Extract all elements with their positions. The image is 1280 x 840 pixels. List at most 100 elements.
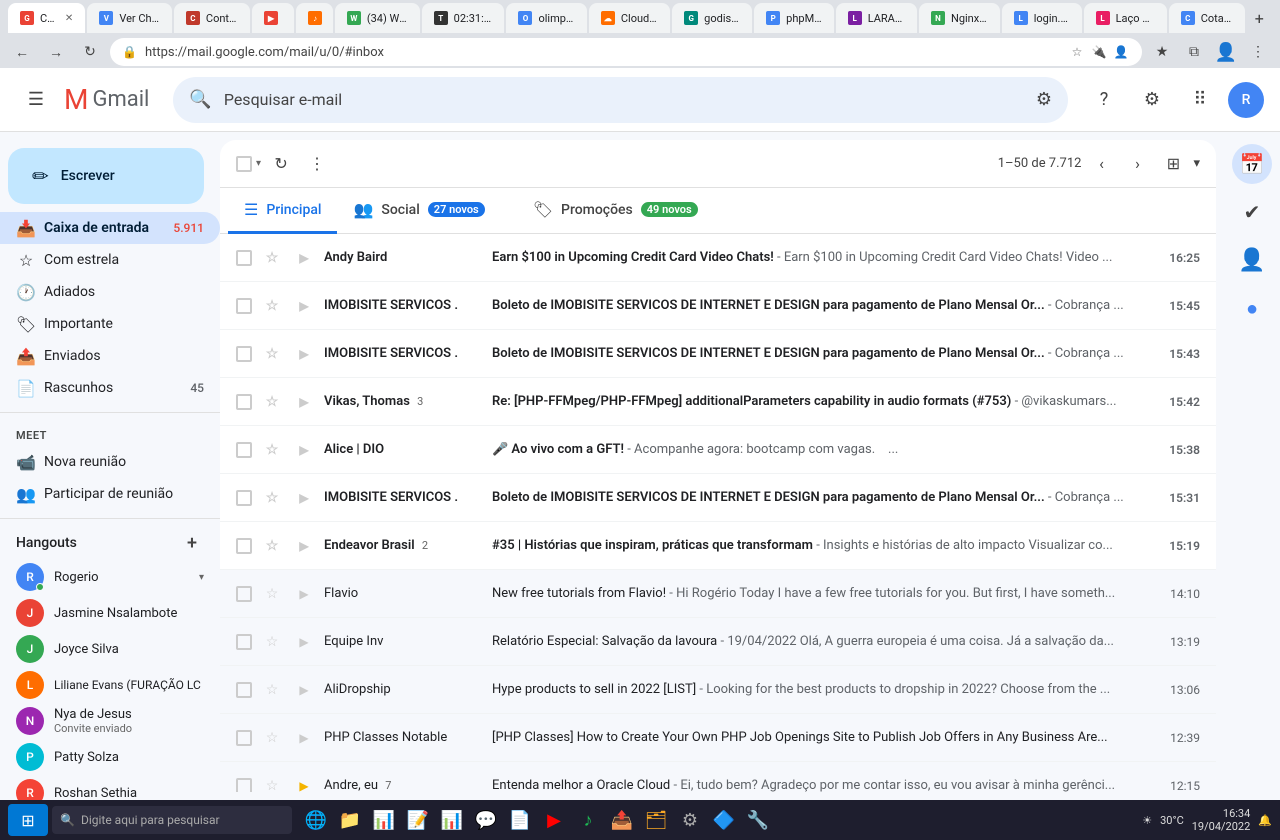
sidebar-item-drafts[interactable]: 📄 Rascunhos 45 <box>0 372 220 404</box>
menu-toggle-button[interactable]: ☰ <box>16 80 56 120</box>
taskbar-word-icon[interactable]: 📝 <box>402 804 434 836</box>
hangout-item-rogerio[interactable]: R Rogerio ▾ <box>0 559 220 595</box>
tab-login[interactable]: L login.o... <box>1002 3 1082 33</box>
tab-whatsapp[interactable]: W (34) Wh... <box>335 3 420 33</box>
important-button[interactable]: ▶ <box>292 438 316 462</box>
taskbar-powerpoint-icon[interactable]: 📊 <box>436 804 468 836</box>
view-toggle-button[interactable]: ⊞ <box>1157 148 1189 180</box>
search-input[interactable]: Pesquisar e-mail <box>224 90 1024 109</box>
start-button[interactable]: ⊞ <box>8 804 48 836</box>
tab-nginx[interactable]: N Nginx I... <box>919 3 1000 33</box>
settings-icon[interactable]: ⚙ <box>1132 80 1172 120</box>
taskbar-filezilla-icon[interactable]: 📤 <box>606 804 638 836</box>
bookmark-icon[interactable]: ★ <box>1148 38 1176 66</box>
email-checkbox[interactable] <box>236 730 252 746</box>
tab-cloudflare[interactable]: ☁ Cloudfl... <box>589 3 670 33</box>
email-checkbox[interactable] <box>236 346 252 362</box>
sidebar-item-important[interactable]: 🏷 Importante <box>0 308 220 340</box>
table-row[interactable]: ☆ ▶ Equipe Inv Relatório Especial: Salva… <box>220 618 1216 666</box>
user-avatar[interactable]: R <box>1228 82 1264 118</box>
right-panel-blue-circle-icon[interactable]: ● <box>1232 288 1272 328</box>
star-button[interactable]: ☆ <box>260 438 284 462</box>
tab-olimpp[interactable]: O olimpp... <box>506 3 586 33</box>
hangout-item-patty[interactable]: P Patty Solza <box>0 739 220 775</box>
important-button[interactable]: ▶ <box>292 486 316 510</box>
email-checkbox[interactable] <box>236 490 252 506</box>
tab-ver[interactable]: V Ver Cha... <box>87 3 172 33</box>
help-icon[interactable]: ? <box>1084 80 1124 120</box>
important-button[interactable]: ▶ <box>292 678 316 702</box>
tab-social-with-preview[interactable] <box>501 207 517 215</box>
tab-music[interactable]: ♪ <box>296 3 333 33</box>
sidebar-item-starred[interactable]: ☆ Com estrela <box>0 244 220 276</box>
right-panel-calendar-icon[interactable]: 📅 <box>1232 144 1272 184</box>
important-button[interactable]: ▶ <box>292 294 316 318</box>
sidebar-item-join-meeting[interactable]: 👥 Participar de reunião <box>0 478 220 510</box>
star-button[interactable]: ☆ <box>260 294 284 318</box>
tab-phpmyadmin[interactable]: P phpMy... <box>754 3 834 33</box>
email-checkbox[interactable] <box>236 538 252 554</box>
star-button[interactable]: ☆ <box>260 726 284 750</box>
hangout-item-roshan[interactable]: R Roshan Sethia <box>0 775 220 800</box>
forward-button[interactable]: → <box>42 38 70 66</box>
taskbar-app10-icon[interactable]: 🔷 <box>708 804 740 836</box>
tab-cotas[interactable]: C Cotas... <box>1169 3 1245 33</box>
tab-time[interactable]: T 02:31:5... <box>422 3 505 33</box>
table-row[interactable]: ☆ ▶ Flavio New free tutorials from Flavi… <box>220 570 1216 618</box>
table-row[interactable]: ☆ ▶ Andy Baird Earn $100 in Upcoming Cre… <box>220 234 1216 282</box>
hangout-item-nya[interactable]: N Nya de Jesus Convite enviado <box>0 703 220 739</box>
profile-icon[interactable]: 👤 <box>1112 43 1130 61</box>
right-panel-tasks-icon[interactable]: ✔ <box>1232 192 1272 232</box>
important-button[interactable]: ▶ <box>292 582 316 606</box>
table-row[interactable]: ☆ ▶ IMOBISITE SERVICOS . Boleto de IMOBI… <box>220 282 1216 330</box>
taskbar-spotify-icon[interactable]: ♪ <box>572 804 604 836</box>
star-button[interactable]: ☆ <box>260 774 284 793</box>
select-all-checkbox[interactable] <box>236 156 252 172</box>
select-all-area[interactable]: ▾ <box>236 156 261 172</box>
next-page-button[interactable]: › <box>1121 148 1153 180</box>
menu-icon[interactable]: ⋮ <box>1244 38 1272 66</box>
taskbar-youtube-icon[interactable]: ▶ <box>538 804 570 836</box>
taskbar-excel-icon[interactable]: 📊 <box>368 804 400 836</box>
hangouts-add-button[interactable]: + <box>180 531 204 555</box>
table-row[interactable]: ☆ ▶ PHP Classes Notable [PHP Classes] Ho… <box>220 714 1216 762</box>
compose-button[interactable]: ✏ Escrever <box>8 148 204 204</box>
tab-principal[interactable]: ☰ Principal <box>228 188 337 234</box>
prev-page-button[interactable]: ‹ <box>1085 148 1117 180</box>
sidebar-item-sent[interactable]: 📤 Enviados <box>0 340 220 372</box>
taskbar-explorer-icon[interactable]: 📁 <box>334 804 366 836</box>
hangout-item-liliane[interactable]: L Liliane Evans (FURAÇÃO LC <box>0 667 220 703</box>
email-checkbox[interactable] <box>236 778 252 793</box>
table-row[interactable]: ☆ ▶ IMOBISITE SERVICOS . Boleto de IMOBI… <box>220 474 1216 522</box>
important-button[interactable]: ▶ <box>292 534 316 558</box>
hangout-item-jasmine[interactable]: J Jasmine Nsalambote <box>0 595 220 631</box>
table-row[interactable]: ☆ ▶ Andre, eu 7 Entenda melhor a Oracle … <box>220 762 1216 792</box>
tab-promocoes[interactable]: 🏷 Promoções 49 novos <box>517 188 714 234</box>
hangout-item-joyce[interactable]: J Joyce Silva <box>0 631 220 667</box>
table-row[interactable]: ☆ ▶ Vikas, Thomas 3 Re: [PHP-FFMpeg/PHP-… <box>220 378 1216 426</box>
star-button[interactable]: ☆ <box>260 630 284 654</box>
star-button[interactable]: ☆ <box>260 246 284 270</box>
table-row[interactable]: ☆ ▶ IMOBISITE SERVICOS . Boleto de IMOBI… <box>220 330 1216 378</box>
view-dropdown-icon[interactable]: ▾ <box>1193 156 1200 171</box>
star-button[interactable]: ☆ <box>260 390 284 414</box>
star-button[interactable]: ☆ <box>260 534 284 558</box>
star-button[interactable]: ☆ <box>260 342 284 366</box>
table-row[interactable]: ☆ ▶ Alice | DIO 🎤 Ao vivo com a GFT! - A… <box>220 426 1216 474</box>
back-button[interactable]: ← <box>8 38 36 66</box>
search-bar[interactable]: 🔍 Pesquisar e-mail ⚙ <box>173 77 1068 123</box>
tab-gmail-close[interactable]: ✕ <box>65 13 73 24</box>
search-tune-icon[interactable]: ⚙ <box>1036 89 1052 110</box>
tab-gmail[interactable]: G Cai... ✕ <box>8 3 85 33</box>
taskbar-app11-icon[interactable]: 🔧 <box>742 804 774 836</box>
taskbar-whatsapp-icon[interactable]: 💬 <box>470 804 502 836</box>
profile-btn[interactable]: 👤 <box>1212 38 1240 66</box>
reload-button[interactable]: ↻ <box>76 38 104 66</box>
apps-icon[interactable]: ⠿ <box>1180 80 1220 120</box>
important-button[interactable]: ▶ <box>292 342 316 366</box>
extension-icon[interactable]: 🔌 <box>1090 43 1108 61</box>
sidebar-item-snoozed[interactable]: 🕐 Adiados <box>0 276 220 308</box>
sidebar-item-new-meeting[interactable]: 📹 Nova reunião <box>0 446 220 478</box>
tab-youtube[interactable]: ▶ <box>252 3 294 33</box>
important-button[interactable]: ▶ <box>292 390 316 414</box>
